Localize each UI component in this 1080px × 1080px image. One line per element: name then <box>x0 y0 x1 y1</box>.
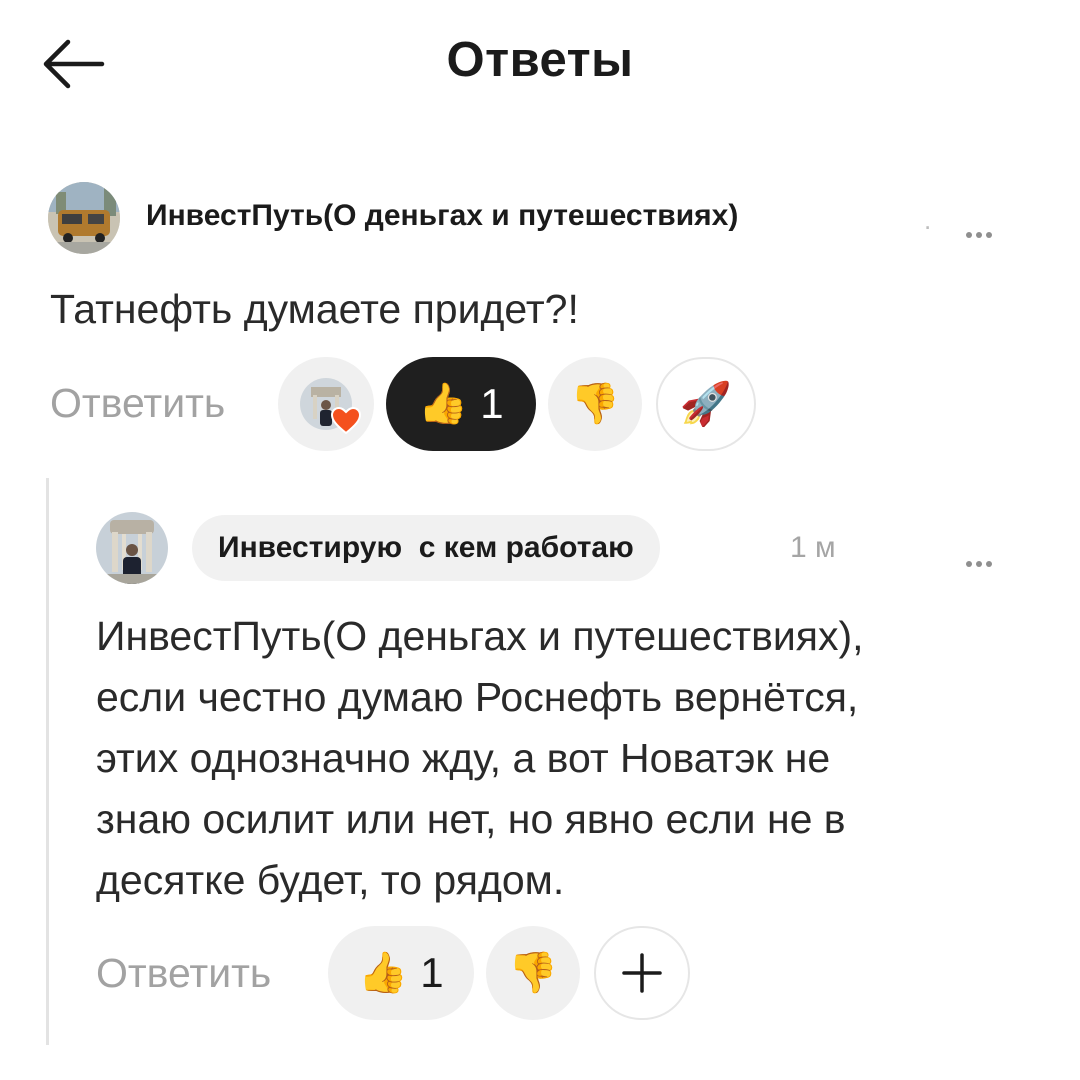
thumbs-up-emoji-icon: 👍 <box>358 951 409 995</box>
more-dots-icon <box>966 232 972 238</box>
rocket-emoji-icon: 🚀 <box>679 380 733 427</box>
page-title: Ответы <box>446 33 634 87</box>
reply-like-count: 1 <box>420 949 444 996</box>
reply-author-name: Инвестирую с кем работаю <box>218 531 634 564</box>
camper-van-avatar-image <box>48 182 120 254</box>
heart-icon <box>331 407 361 435</box>
reply-reply-button[interactable]: Ответить <box>96 950 271 997</box>
thumbs-down-emoji-icon: 👎 <box>508 951 558 995</box>
author-liked-chip[interactable] <box>278 357 374 451</box>
author-suffix: . <box>924 205 932 235</box>
thumbs-down-emoji-icon: 👎 <box>570 382 620 426</box>
reply-text-line: этих однозначно жду, а вот Новатэк не <box>96 735 831 781</box>
reply-text: ИнвестПуть(О деньгах и путешествиях), ес… <box>96 606 1036 911</box>
reply-text-line: знаю осилит или нет, но явно если не в <box>96 796 846 842</box>
reply-avatar[interactable] <box>96 512 168 584</box>
reply-time: 1 м <box>790 531 836 564</box>
add-reaction-button[interactable] <box>594 926 690 1020</box>
person-avatar-image <box>96 512 168 584</box>
more-dots-icon <box>966 561 972 567</box>
thread-line <box>46 478 49 1045</box>
plus-icon <box>622 953 662 993</box>
reply-text-line: ИнвестПуть(О деньгах и путешествиях), <box>96 613 864 659</box>
reply-more-button[interactable] <box>964 543 994 574</box>
comment-text: Татнефть думаете придет?! <box>50 286 579 332</box>
rocket-reaction-button[interactable]: 🚀 <box>656 357 756 451</box>
author-avatar-with-heart <box>299 377 361 435</box>
like-count: 1 <box>480 380 504 427</box>
reply-button[interactable]: Ответить <box>50 380 225 427</box>
reply-text-line: если честно думаю Роснефть вернётся, <box>96 674 859 720</box>
reply-dislike-reaction-button[interactable]: 👎 <box>486 926 580 1020</box>
dislike-reaction-button[interactable]: 👎 <box>548 357 642 451</box>
reply-like-reaction-button[interactable]: 👍 1 <box>328 926 474 1020</box>
avatar[interactable] <box>48 182 120 254</box>
more-button[interactable] <box>964 214 994 245</box>
reply-text-line: десятке будет, то рядом. <box>96 857 565 903</box>
reply-author[interactable]: Инвестирую с кем работаю <box>192 515 660 581</box>
like-reaction-button[interactable]: 👍 1 <box>386 357 536 451</box>
comment-author[interactable]: ИнвестПуть(О деньгах и путешествиях) <box>146 199 738 233</box>
thumbs-up-emoji-icon: 👍 <box>418 382 469 426</box>
